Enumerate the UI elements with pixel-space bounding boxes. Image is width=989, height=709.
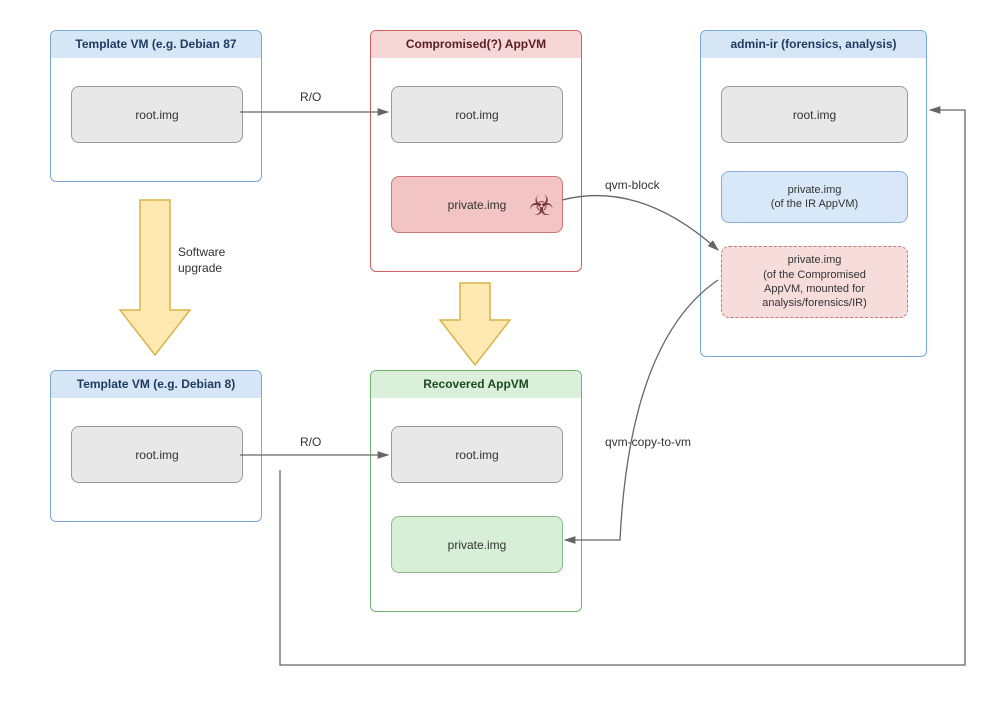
edge-label-ro-bottom: R/O bbox=[300, 435, 321, 449]
template-vm-top-title: Template VM (e.g. Debian 87 bbox=[51, 31, 261, 58]
arrow-qvm-block bbox=[562, 196, 718, 250]
template-vm-bottom-root-img: root.img bbox=[71, 426, 243, 483]
edge-label-qvm-block: qvm-block bbox=[605, 178, 660, 192]
software-upgrade-line1: Software bbox=[178, 245, 225, 261]
recovered-appvm: Recovered AppVM root.img private.img bbox=[370, 370, 582, 612]
admin-ir-mounted-line3: AppVM, mounted for bbox=[764, 282, 865, 296]
admin-ir-root-img: root.img bbox=[721, 86, 908, 143]
edge-label-qvm-copy: qvm-copy-to-vm bbox=[605, 435, 691, 449]
admin-ir-vm: admin-ir (forensics, analysis) root.img … bbox=[700, 30, 927, 357]
admin-ir-private-ir-img: private.img (of the IR AppVM) bbox=[721, 171, 908, 223]
compromised-appvm-root-img: root.img bbox=[391, 86, 563, 143]
compromised-appvm-private-img: private.img ☣ bbox=[391, 176, 563, 233]
compromised-private-label: private.img bbox=[448, 198, 507, 212]
template-vm-top-root-img: root.img bbox=[71, 86, 243, 143]
admin-ir-private-ir-line2: (of the IR AppVM) bbox=[771, 197, 858, 211]
recovered-appvm-root-img: root.img bbox=[391, 426, 563, 483]
recovered-appvm-title: Recovered AppVM bbox=[371, 371, 581, 398]
admin-ir-mounted-line4: analysis/forensics/IR) bbox=[762, 296, 867, 310]
software-upgrade-line2: upgrade bbox=[178, 261, 225, 277]
edge-label-software-upgrade: Software upgrade bbox=[178, 245, 225, 276]
admin-ir-mounted-line2: (of the Compromised bbox=[763, 268, 866, 282]
recovered-appvm-private-img: private.img bbox=[391, 516, 563, 573]
compromised-appvm: Compromised(?) AppVM root.img private.im… bbox=[370, 30, 582, 272]
edge-label-ro-top: R/O bbox=[300, 90, 321, 104]
arrow-qvm-copy bbox=[565, 280, 718, 540]
biohazard-icon: ☣ bbox=[529, 189, 554, 222]
admin-ir-mounted-compromised-img: private.img (of the Compromised AppVM, m… bbox=[721, 246, 908, 318]
admin-ir-mounted-line1: private.img bbox=[788, 253, 842, 267]
template-vm-bottom-title: Template VM (e.g. Debian 8) bbox=[51, 371, 261, 398]
template-vm-bottom: Template VM (e.g. Debian 8) root.img bbox=[50, 370, 262, 522]
compromised-appvm-title: Compromised(?) AppVM bbox=[371, 31, 581, 58]
arrow-software-upgrade bbox=[120, 200, 190, 355]
arrow-compromised-to-recovered bbox=[440, 283, 510, 365]
admin-ir-private-ir-line1: private.img bbox=[788, 183, 842, 197]
admin-ir-title: admin-ir (forensics, analysis) bbox=[701, 31, 926, 58]
template-vm-top: Template VM (e.g. Debian 87 root.img bbox=[50, 30, 262, 182]
